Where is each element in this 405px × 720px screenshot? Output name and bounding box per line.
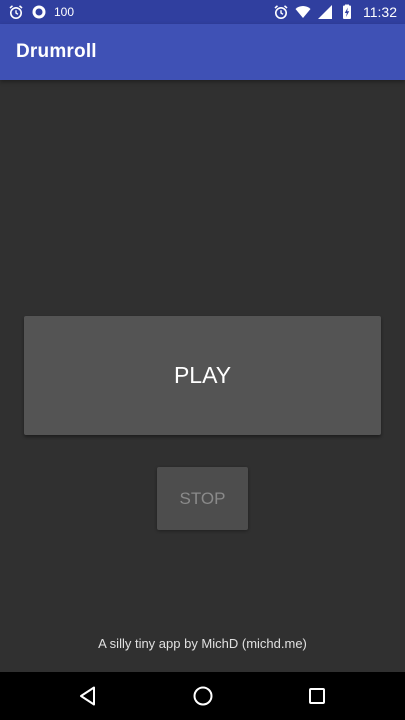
battery-charging-icon: [339, 4, 355, 20]
status-left: 100: [8, 4, 74, 20]
app-screen: 100 11:32 Drumroll PLAY STOP A silly tin…: [0, 0, 405, 720]
app-title: Drumroll: [16, 41, 97, 62]
back-icon[interactable]: [77, 684, 101, 708]
play-button[interactable]: PLAY: [24, 316, 381, 435]
alarm-icon: [273, 4, 289, 20]
navigation-bar: [0, 672, 405, 720]
circle-notification-icon: [31, 4, 47, 20]
status-bar: 100 11:32: [0, 0, 405, 24]
alarm-icon: [8, 4, 24, 20]
credit-text: A silly tiny app by MichD (michd.me): [98, 636, 307, 651]
cell-signal-icon: [317, 4, 333, 20]
stop-button[interactable]: STOP: [157, 467, 248, 530]
clock-text: 11:32: [363, 4, 397, 20]
wifi-icon: [295, 4, 311, 20]
home-icon[interactable]: [191, 684, 215, 708]
recents-icon[interactable]: [305, 684, 329, 708]
status-right: 11:32: [273, 4, 397, 20]
app-bar: Drumroll: [0, 24, 405, 80]
battery-level-text: 100: [54, 5, 75, 19]
